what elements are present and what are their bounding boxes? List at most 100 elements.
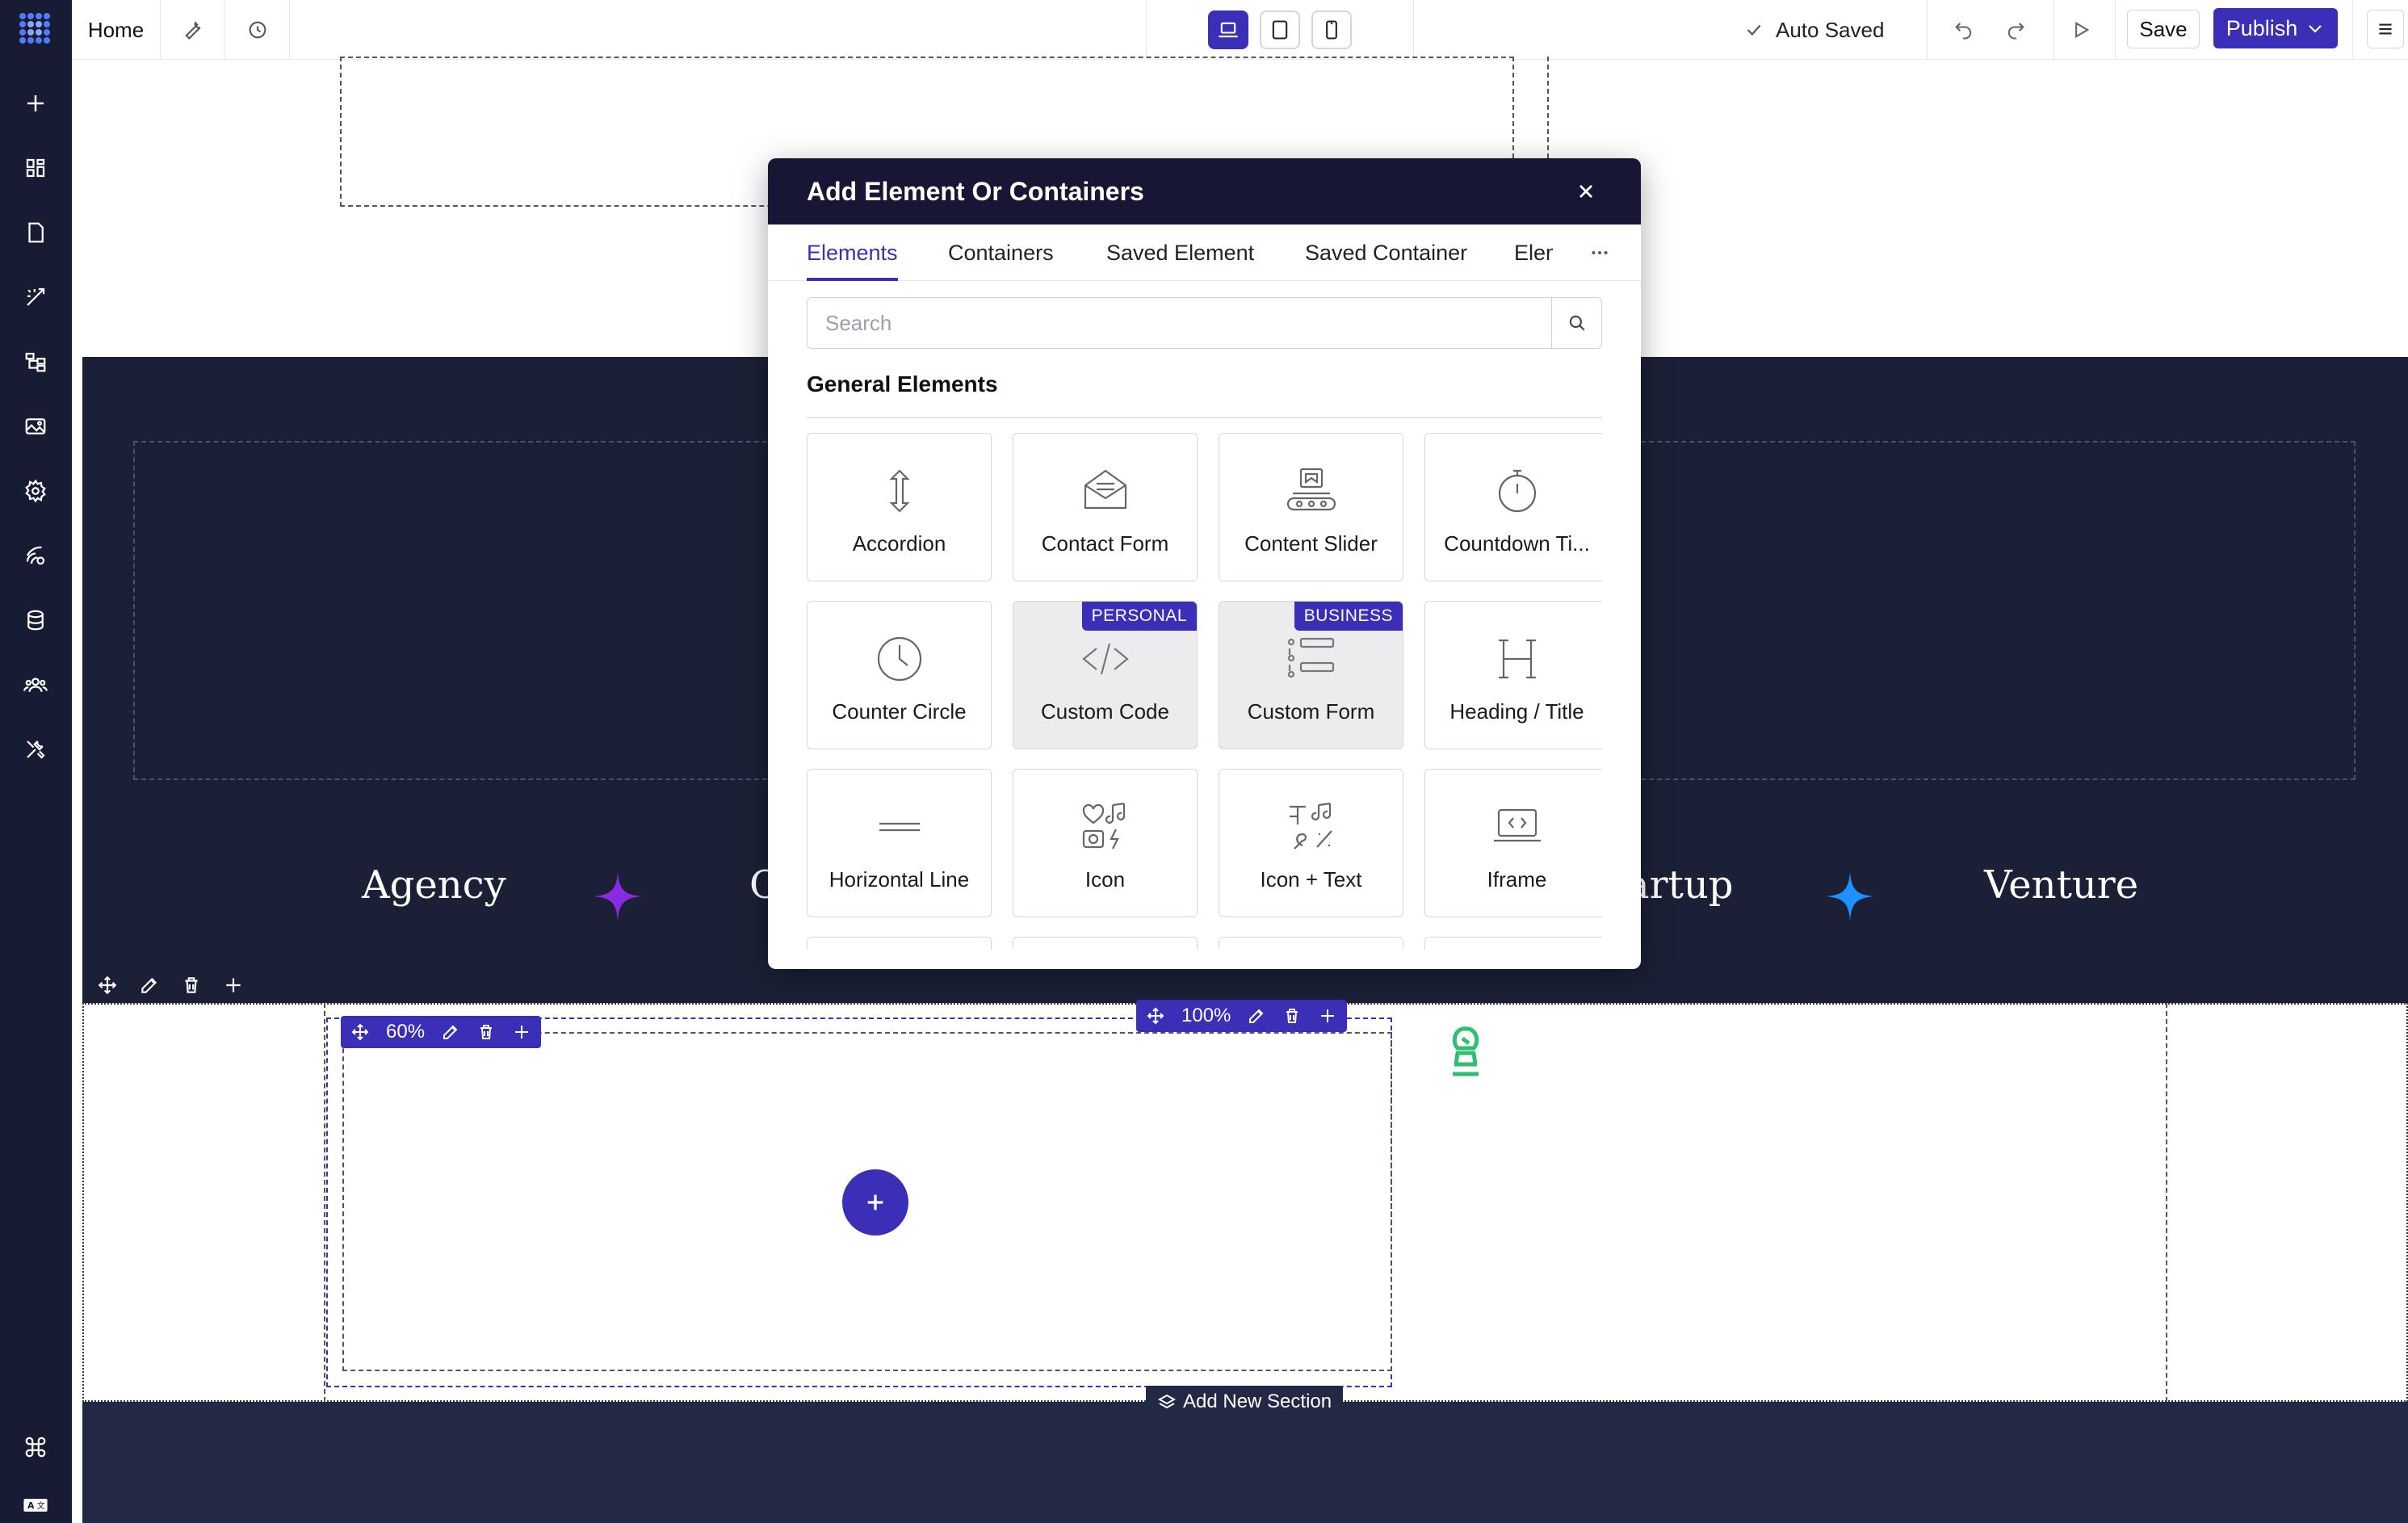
- stopwatch-icon: [1498, 469, 1536, 513]
- element-card-countdown-timer[interactable]: Countdown Ti...: [1424, 433, 1602, 581]
- more-tabs-button[interactable]: [1584, 224, 1616, 281]
- edit-icon[interactable]: [441, 1022, 460, 1042]
- tablet-icon: [1272, 20, 1288, 40]
- accordion-icon: [888, 469, 910, 513]
- element-card-heading[interactable]: Heading / Title: [1424, 601, 1602, 749]
- svg-text:A: A: [27, 1500, 35, 1511]
- settings-icon[interactable]: [15, 471, 56, 511]
- add-element-button[interactable]: [842, 1169, 908, 1236]
- element-label: Accordion: [852, 531, 946, 556]
- add-icon[interactable]: [512, 1022, 531, 1042]
- wrench-button[interactable]: [161, 0, 225, 60]
- element-card-icon-text[interactable]: Icon + Text: [1219, 769, 1403, 917]
- structure-icon[interactable]: [15, 342, 56, 382]
- section-content[interactable]: [82, 1003, 2408, 1402]
- chess-bishop-icon: [1452, 1026, 1479, 1076]
- line-icon: [879, 822, 920, 832]
- trash-icon[interactable]: [1282, 1006, 1302, 1026]
- element-card[interactable]: [1424, 937, 1602, 950]
- menu-button[interactable]: [2367, 10, 2404, 48]
- add-new-section-button[interactable]: Add New Section: [1146, 1386, 1344, 1418]
- database-icon[interactable]: [15, 600, 56, 640]
- preview-button[interactable]: [2061, 10, 2101, 50]
- element-card-contact-form[interactable]: Contact Form: [1013, 433, 1198, 581]
- column-width-label[interactable]: 60%: [386, 1021, 425, 1043]
- row-width-label[interactable]: 100%: [1181, 1005, 1231, 1027]
- element-card-iframe[interactable]: Iframe: [1424, 769, 1602, 917]
- integrations-icon[interactable]: [15, 535, 56, 576]
- undo-button[interactable]: [1944, 10, 1984, 50]
- language-icon[interactable]: A文: [15, 1492, 56, 1519]
- tab-elements-more[interactable]: Eleme: [1514, 224, 1553, 281]
- add-icon[interactable]: [15, 83, 56, 124]
- app-logo[interactable]: [11, 5, 60, 53]
- tab-saved-container[interactable]: Saved Container: [1305, 224, 1467, 281]
- tab-saved-element[interactable]: Saved Element: [1106, 224, 1254, 281]
- layers-icon: [1157, 1394, 1177, 1409]
- move-icon[interactable]: [97, 975, 118, 996]
- section-footer[interactable]: [82, 1402, 2408, 1523]
- mobile-view-button[interactable]: [1311, 10, 1352, 49]
- tab-elements[interactable]: Elements: [807, 224, 898, 281]
- autosave-status: Auto Saved: [1743, 0, 1884, 60]
- search-input[interactable]: [808, 298, 1551, 348]
- move-icon[interactable]: [1146, 1006, 1165, 1026]
- tablet-view-button[interactable]: [1260, 10, 1300, 49]
- hamburger-icon: [2379, 23, 2392, 35]
- edit-icon[interactable]: [1247, 1006, 1266, 1026]
- page-icon[interactable]: [15, 212, 56, 253]
- search-button[interactable]: [1551, 298, 1601, 348]
- phone-icon: [1326, 20, 1337, 40]
- magic-icon[interactable]: [15, 277, 56, 317]
- modal-header: Add Element Or Containers: [768, 158, 1641, 224]
- modal-tabs: Elements Containers Saved Element Saved …: [768, 224, 1641, 281]
- element-card[interactable]: [807, 937, 992, 950]
- layout-grid-icon[interactable]: [15, 148, 56, 188]
- container-edge: [2166, 1003, 2167, 1402]
- tab-overflow-clip: Eleme: [1514, 224, 1553, 281]
- redo-button[interactable]: [1995, 10, 2036, 50]
- close-button[interactable]: [1570, 175, 1602, 208]
- save-button[interactable]: Save: [2127, 10, 2200, 48]
- icons-icon: [1082, 802, 1125, 850]
- element-card-icon[interactable]: Icon: [1013, 769, 1198, 917]
- home-tab[interactable]: Home: [72, 0, 161, 60]
- element-card-custom-code[interactable]: PERSONAL Custom Code: [1013, 601, 1198, 749]
- move-icon[interactable]: [350, 1022, 370, 1042]
- edit-icon[interactable]: [139, 975, 160, 996]
- toolbar-divider: [2352, 0, 2353, 60]
- add-icon[interactable]: [223, 975, 244, 996]
- sparkle-icon: [594, 872, 642, 921]
- command-icon[interactable]: [15, 1427, 56, 1467]
- section-toolbar: [82, 969, 258, 1001]
- trash-icon[interactable]: [476, 1022, 496, 1042]
- tools-icon[interactable]: [15, 729, 56, 770]
- left-sidebar: A文: [0, 0, 72, 1523]
- trash-icon[interactable]: [181, 975, 202, 996]
- image-icon[interactable]: [15, 406, 56, 447]
- element-label: Icon: [1084, 867, 1126, 892]
- element-card[interactable]: [1013, 937, 1198, 950]
- element-card-counter-circle[interactable]: Counter Circle: [807, 601, 992, 749]
- element-card-accordion[interactable]: Accordion: [807, 433, 992, 581]
- element-card[interactable]: [1219, 937, 1403, 950]
- tab-containers[interactable]: Containers: [948, 224, 1054, 281]
- add-icon[interactable]: [1318, 1006, 1337, 1026]
- plan-badge: PERSONAL: [1081, 602, 1197, 631]
- element-card-custom-form[interactable]: BUSINESS Custom Form: [1219, 601, 1403, 749]
- clock-icon: [249, 21, 266, 39]
- element-card-horizontal-line[interactable]: Horizontal Line: [807, 769, 992, 917]
- add-element-modal: Add Element Or Containers Elements Conta…: [768, 158, 1641, 969]
- users-icon[interactable]: [15, 665, 56, 705]
- element-label: Heading / Title: [1449, 699, 1584, 724]
- top-toolbar: Home Auto Saved Save Publish: [72, 0, 2408, 60]
- element-label: Iframe: [1487, 867, 1547, 892]
- element-label: Counter Circle: [832, 699, 967, 724]
- chevron-down-icon: [2309, 25, 2322, 33]
- desktop-view-button[interactable]: [1208, 10, 1248, 49]
- form-icon: [1287, 637, 1334, 678]
- publish-button[interactable]: Publish: [2213, 8, 2338, 48]
- modal-title: Add Element Or Containers: [807, 176, 1144, 206]
- history-button[interactable]: [225, 0, 290, 60]
- element-card-content-slider[interactable]: Content Slider: [1219, 433, 1403, 581]
